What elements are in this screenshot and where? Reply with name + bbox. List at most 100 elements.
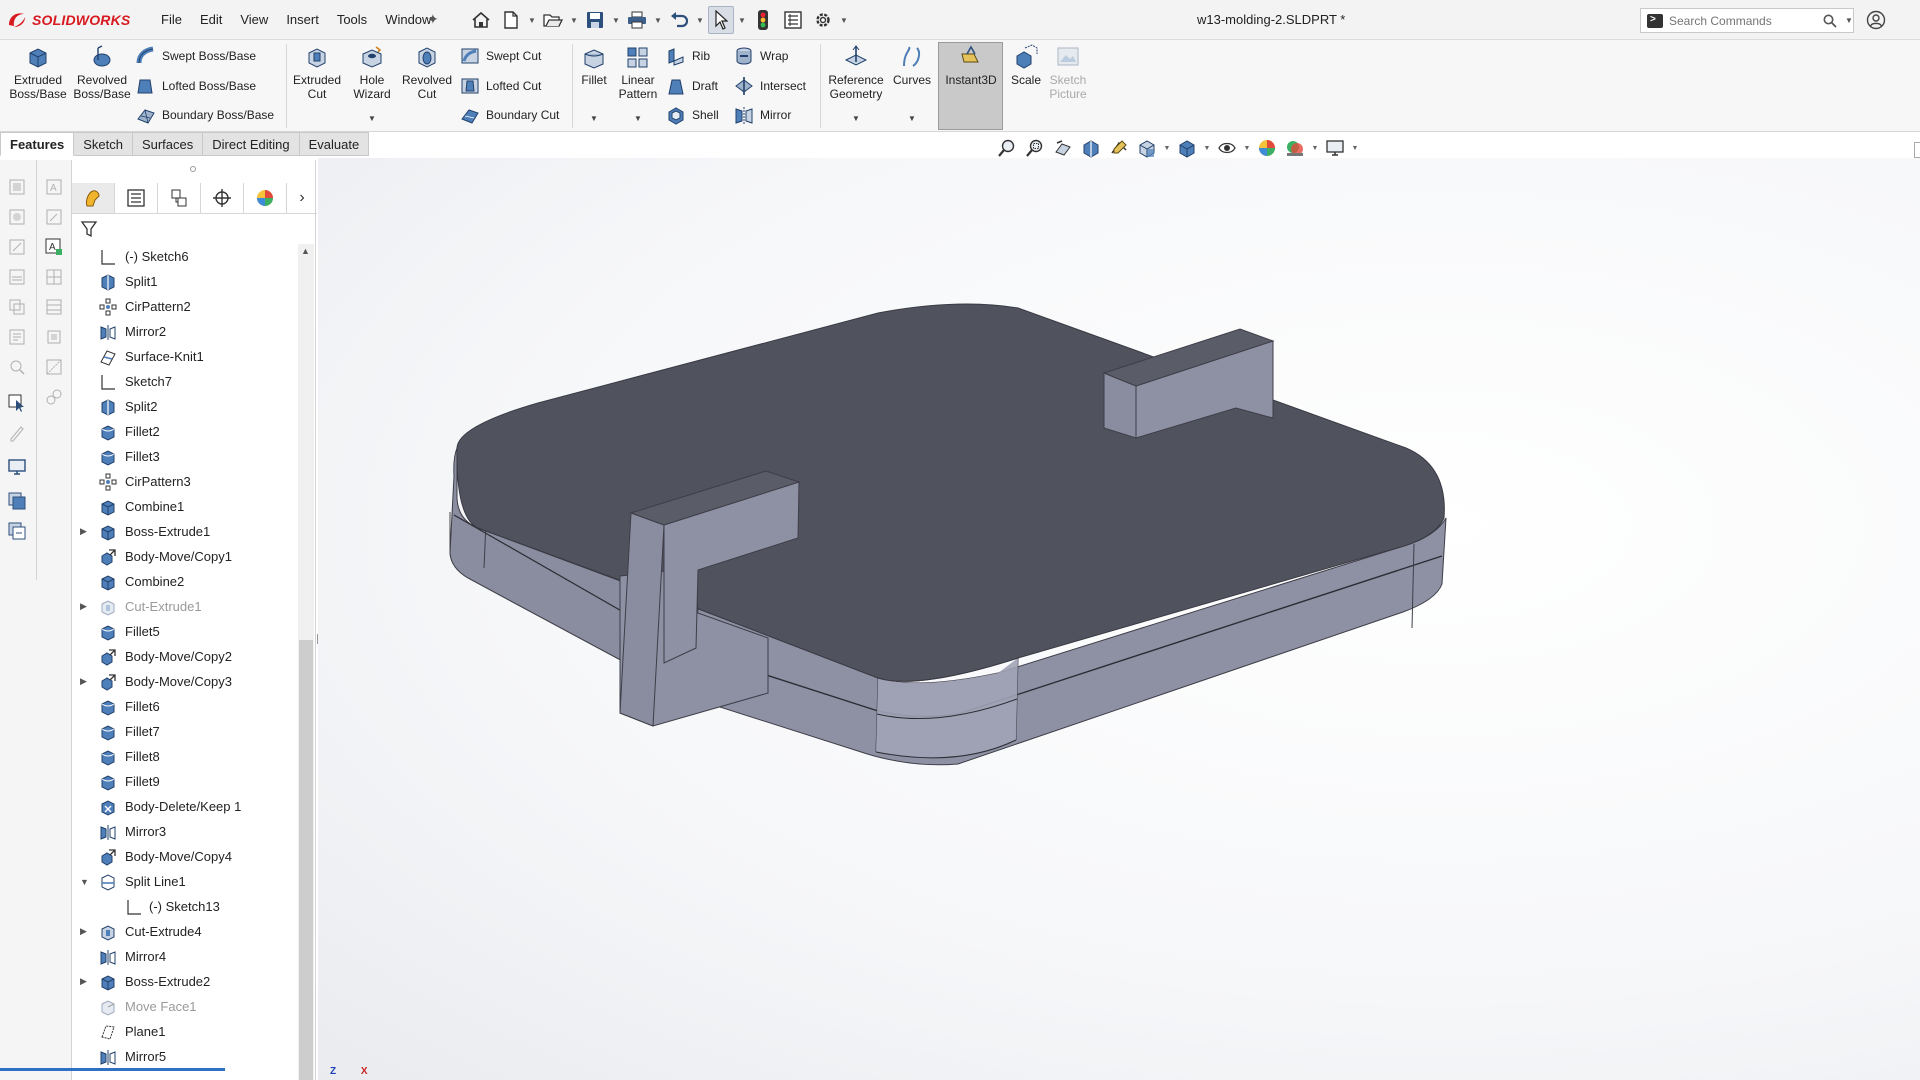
rib-button[interactable]: Rib: [666, 46, 710, 66]
strip-monitor-icon[interactable]: [0, 452, 34, 482]
expand-arrow-icon[interactable]: ▶: [80, 976, 90, 987]
boundary-boss-button[interactable]: Boundary Boss/Base: [136, 105, 274, 125]
fillet-dropdown-icon[interactable]: ▼: [590, 114, 598, 123]
home-button[interactable]: [468, 6, 494, 34]
tree-item[interactable]: ▶ Cut-Extrude4: [72, 919, 297, 944]
view-settings-dropdown-icon[interactable]: ▼: [1350, 145, 1360, 152]
section-view-button[interactable]: [1078, 136, 1104, 160]
menu-tools[interactable]: Tools: [328, 12, 376, 27]
strip-layers-icon[interactable]: [0, 262, 34, 292]
hole-wizard-button[interactable]: Hole Wizard: [346, 44, 398, 101]
strip-stamp-icon[interactable]: [37, 322, 71, 352]
zoom-to-area-button[interactable]: [1022, 136, 1048, 160]
graphics-area[interactable]: [318, 158, 1920, 1080]
reference-geometry-dropdown-icon[interactable]: ▼: [852, 114, 860, 123]
tree-item[interactable]: Fillet2: [72, 419, 297, 444]
instant3d-button[interactable]: Instant3D: [940, 44, 1002, 87]
strip-grid-icon[interactable]: [37, 262, 71, 292]
intersect-button[interactable]: Intersect: [734, 76, 806, 96]
strip-text-icon[interactable]: A: [37, 172, 71, 202]
edit-appearance-button[interactable]: [1254, 136, 1280, 160]
apply-scene-button[interactable]: [1282, 136, 1308, 160]
options-button[interactable]: [810, 6, 836, 34]
tab-dimxpert-manager[interactable]: [201, 182, 244, 213]
open-dropdown-icon[interactable]: ▼: [570, 16, 578, 25]
file-properties-button[interactable]: [780, 6, 806, 34]
extruded-cut-button[interactable]: Extruded Cut: [290, 44, 344, 101]
tree-item[interactable]: ▶ Boss-Extrude1: [72, 519, 297, 544]
zoom-to-fit-button[interactable]: [994, 136, 1020, 160]
tree-item[interactable]: Sketch7: [72, 369, 297, 394]
hole-wizard-dropdown-icon[interactable]: ▼: [368, 114, 376, 123]
hide-show-items-button[interactable]: [1214, 136, 1240, 160]
expand-arrow-icon[interactable]: ▶: [80, 601, 90, 612]
strip-table-icon[interactable]: [37, 292, 71, 322]
strip-note-icon[interactable]: A: [37, 232, 71, 262]
pin-menu-icon[interactable]: ✦: [427, 11, 439, 28]
tree-item[interactable]: Surface-Knit1: [72, 344, 297, 369]
scroll-up-arrow-icon[interactable]: ▲: [301, 246, 310, 256]
tree-scrollbar[interactable]: ▲: [298, 244, 314, 1080]
pattern-dropdown-icon[interactable]: ▼: [634, 114, 642, 123]
tree-item[interactable]: Fillet7: [72, 719, 297, 744]
save-dropdown-icon[interactable]: ▼: [612, 16, 620, 25]
more-tabs-chevron-icon[interactable]: ›: [287, 183, 317, 213]
select-dropdown-icon[interactable]: ▼: [738, 16, 746, 25]
tree-item[interactable]: Body-Move/Copy2: [72, 644, 297, 669]
tree-item[interactable]: (-) Sketch6: [72, 244, 297, 269]
tab-evaluate[interactable]: Evaluate: [299, 132, 370, 156]
tree-item[interactable]: Combine2: [72, 569, 297, 594]
tree-item[interactable]: ▼ Split Line1: [72, 869, 297, 894]
tab-surfaces[interactable]: Surfaces: [132, 132, 204, 156]
rebuild-button[interactable]: [750, 6, 776, 34]
search-icon[interactable]: [1823, 14, 1837, 28]
tree-item[interactable]: ▶ Body-Move/Copy3: [72, 669, 297, 694]
tree-item[interactable]: Body-Move/Copy1: [72, 544, 297, 569]
swept-boss-button[interactable]: Swept Boss/Base: [136, 46, 256, 66]
tree-item[interactable]: (-) Sketch13: [72, 894, 297, 919]
strip-part-icon[interactable]: [0, 172, 34, 202]
expand-arrow-icon[interactable]: ▶: [80, 526, 90, 537]
lofted-boss-button[interactable]: Lofted Boss/Base: [136, 76, 256, 96]
tree-item[interactable]: Fillet6: [72, 694, 297, 719]
strip-measure-icon[interactable]: [37, 352, 71, 382]
strip-layers-blue-icon[interactable]: [0, 486, 34, 516]
undo-dropdown-icon[interactable]: ▼: [696, 16, 704, 25]
tree-item[interactable]: Mirror2: [72, 319, 297, 344]
curves-button[interactable]: Curves: [892, 44, 932, 87]
display-style-dropdown-icon[interactable]: ▼: [1202, 145, 1212, 152]
tree-item[interactable]: Mirror5: [72, 1044, 297, 1069]
revolved-cut-button[interactable]: Revolved Cut: [400, 44, 454, 101]
tree-item[interactable]: Combine1: [72, 494, 297, 519]
hide-show-dropdown-icon[interactable]: ▼: [1242, 145, 1252, 152]
strip-search-icon[interactable]: [0, 352, 34, 382]
previous-view-button[interactable]: [1050, 136, 1076, 160]
save-button[interactable]: [582, 6, 608, 34]
panel-grip-handle[interactable]: [190, 166, 196, 172]
revolved-boss-button[interactable]: Revolved Boss/Base: [73, 44, 131, 101]
tab-configuration-manager[interactable]: [158, 182, 201, 213]
search-input[interactable]: [1669, 13, 1819, 28]
tab-direct-editing[interactable]: Direct Editing: [203, 132, 300, 156]
tree-item[interactable]: Mirror4: [72, 944, 297, 969]
curves-dropdown-icon[interactable]: ▼: [908, 114, 916, 123]
mirror-button[interactable]: Mirror: [734, 105, 791, 125]
swept-cut-button[interactable]: Swept Cut: [460, 46, 541, 66]
scale-button[interactable]: Scale: [1008, 44, 1044, 87]
filter-icon[interactable]: [80, 220, 98, 238]
strip-assembly-icon[interactable]: [0, 202, 34, 232]
strip-drawing-icon[interactable]: [0, 232, 34, 262]
reference-geometry-button[interactable]: Reference Geometry: [824, 44, 888, 101]
menu-file[interactable]: File: [152, 12, 191, 27]
tree-item[interactable]: Plane1: [72, 1019, 297, 1044]
display-style-button[interactable]: [1174, 136, 1200, 160]
options-dropdown-icon[interactable]: ▼: [840, 16, 848, 25]
search-dropdown-icon[interactable]: ▼: [1845, 16, 1853, 25]
tree-item[interactable]: Split2: [72, 394, 297, 419]
view-settings-button[interactable]: [1322, 136, 1348, 160]
tab-display-manager[interactable]: [244, 182, 287, 213]
solidworks-logo[interactable]: SOLIDWORKS: [6, 9, 130, 31]
wrap-button[interactable]: Wrap: [734, 46, 788, 66]
open-button[interactable]: [540, 6, 566, 34]
tab-property-manager[interactable]: [115, 182, 158, 213]
